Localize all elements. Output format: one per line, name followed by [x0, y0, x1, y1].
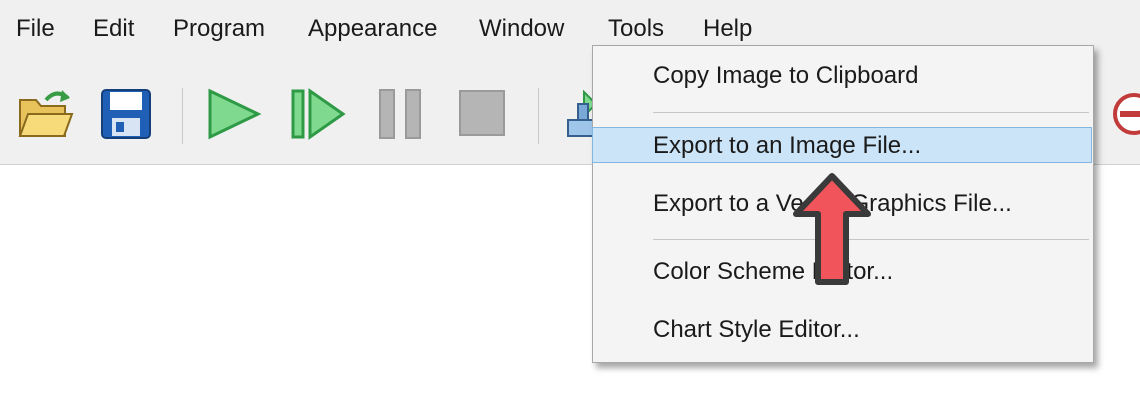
toolbar-separator [182, 88, 183, 144]
menu-edit[interactable]: Edit [91, 14, 136, 44]
open-button[interactable] [16, 86, 74, 142]
toolbar-separator [538, 88, 539, 144]
stop-icon [459, 90, 505, 136]
step-button[interactable] [290, 88, 346, 140]
menu-separator [653, 112, 1089, 113]
run-button[interactable] [206, 88, 262, 140]
stop-button[interactable] [458, 89, 506, 137]
cancel-button[interactable] [1110, 92, 1140, 136]
save-button[interactable] [100, 88, 152, 140]
menu-item-export-image-file[interactable]: Export to an Image File... [592, 127, 1092, 163]
menu-file[interactable]: File [14, 14, 57, 44]
menu-program[interactable]: Program [171, 14, 267, 44]
menu-window[interactable]: Window [477, 14, 566, 44]
menu-item-copy-image[interactable]: Copy Image to Clipboard [593, 58, 1091, 94]
save-icon [101, 89, 151, 139]
cancel-icon [1113, 93, 1140, 135]
run-icon [208, 88, 262, 140]
pause-icon [379, 89, 421, 139]
menu-item-chart-style-editor[interactable]: Chart Style Editor... [593, 312, 1091, 348]
menu-tools[interactable]: Tools [606, 14, 666, 44]
menu-appearance[interactable]: Appearance [306, 14, 439, 44]
open-folder-icon [18, 90, 74, 137]
step-icon [291, 88, 346, 140]
pause-button[interactable] [378, 88, 424, 140]
annotation-arrow-icon [790, 170, 874, 295]
menu-help[interactable]: Help [701, 14, 754, 44]
